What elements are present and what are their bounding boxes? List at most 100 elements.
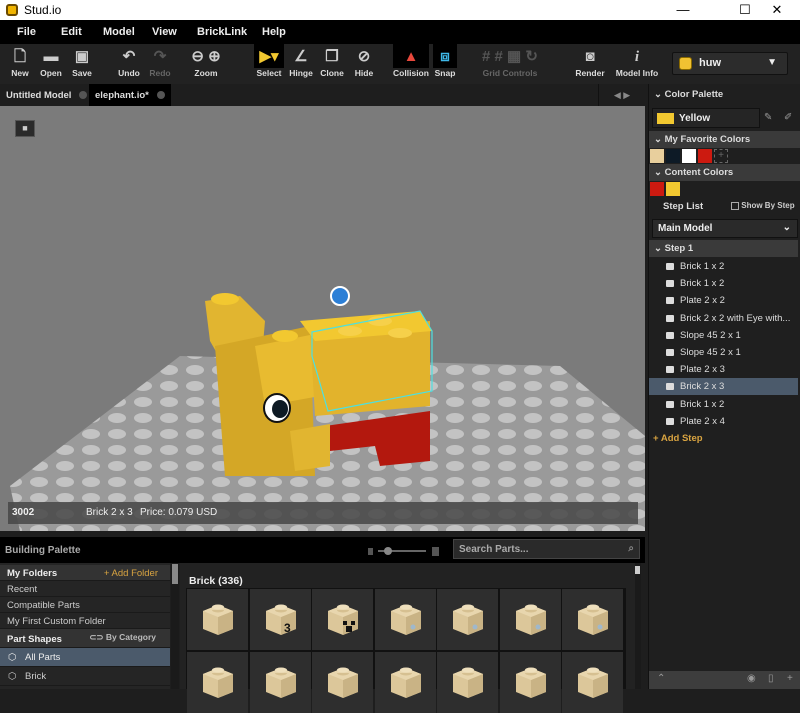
close-tab-icon[interactable] [156,91,165,100]
step-item-label: Slope 45 2 x 1 [680,347,741,358]
folder-compatible-parts[interactable]: Compatible Parts [0,597,170,613]
3d-viewport[interactable]: ■ 3002 Brick 2 x 3 Price: 0.079 USD [0,106,645,531]
trash-icon[interactable]: ▯ [768,673,774,684]
save-button[interactable]: ▣ Save [70,44,94,84]
add-folder-button[interactable]: + Add Folder [104,568,158,579]
model-select[interactable]: Main Model ⌄ [652,219,798,238]
step-item[interactable]: Plate 2 x 3 [649,361,798,378]
clone-icon: ❐ [325,48,339,65]
brick-1x1-thumbnail [203,667,233,698]
collapse-up-icon[interactable]: ⌃ [657,673,665,684]
menu-view[interactable]: View [152,26,177,38]
grid-controls[interactable]: # # ▦ ↻ Grid Controls [460,44,560,84]
step-item[interactable]: Slope 45 2 x 1 [649,344,798,361]
paint-brush-icon[interactable]: ✎ [764,112,772,123]
select-button[interactable]: ▶▾ Select [254,44,284,84]
eyedropper-icon[interactable]: ✐ [784,112,792,123]
folder-custom[interactable]: My First Custom Folder [0,613,170,629]
right-panel: ⌄ Color Palette Yellow ✎ ✐ ⌄ My Favorite… [648,84,800,689]
window-title: Stud.io [24,3,62,17]
eye-icon[interactable]: ◉ [747,673,756,684]
step-item[interactable]: Brick 1 x 2 [649,275,798,292]
part-tile[interactable] [437,589,498,650]
hinge-button[interactable]: ∠ Hinge [288,44,314,84]
step-item[interactable]: Plate 2 x 4 [649,413,798,430]
zoom-buttons[interactable]: ⊖ ⊕ Zoom [180,44,232,84]
folder-scrollbar[interactable] [171,563,179,689]
step-item[interactable]: Brick 1 x 2 [649,258,798,275]
tab-untitled-model[interactable]: Untitled Model [0,84,93,106]
add-step-button[interactable]: + Add Step [653,433,703,444]
favorite-color-swatch[interactable] [666,149,680,163]
menu-model[interactable]: Model [103,26,135,38]
selected-color[interactable]: Yellow [652,108,760,128]
checkbox-box[interactable] [731,201,739,210]
collision-button[interactable]: ▲ Collision [393,44,429,84]
step-item[interactable]: Brick 1 x 2 [649,396,798,413]
snap-button[interactable]: ⧈ Snap [433,44,457,84]
scroll-thumb[interactable] [172,564,178,584]
part-tile[interactable] [187,589,248,650]
part-tile[interactable] [562,652,623,713]
add-icon[interactable]: + [787,673,793,684]
part-tile[interactable] [562,589,623,650]
folder-recent[interactable]: Recent [0,581,170,597]
part-tile[interactable] [187,652,248,713]
undo-icon: ↶ [122,48,136,65]
model-info-button[interactable]: i Model Info [614,44,660,84]
part-tile[interactable] [374,589,436,650]
step-item[interactable]: Brick 2 x 2 with Eye with... [649,310,798,327]
add-favorite-color-button[interactable]: + [714,149,728,163]
cube-icon: ⬡ [8,652,17,663]
content-color-swatch[interactable] [666,182,680,196]
menu-help[interactable]: Help [262,26,286,38]
content-color-swatch[interactable] [650,182,664,196]
new-button[interactable]: 🗋 New [8,44,32,84]
my-folders-header: My Folders + Add Folder [0,565,170,581]
part-status-bar: 3002 Brick 2 x 3 Price: 0.079 USD [8,502,638,524]
menu-file[interactable]: File [17,26,36,38]
scroll-thumb[interactable] [635,566,640,574]
color-palette-header[interactable]: ⌄ Color Palette [649,86,800,103]
minimize-button[interactable]: — [660,0,706,20]
part-tile[interactable] [499,652,561,713]
step-item[interactable]: Plate 2 x 2 [649,292,798,309]
search-parts-input[interactable]: Search Parts... ⌕ [453,539,640,559]
favorite-color-swatch[interactable] [650,149,664,163]
step-1-header[interactable]: ⌄ Step 1 [649,240,798,257]
part-icon [666,280,674,288]
favorite-color-swatch[interactable] [682,149,696,163]
menu-bricklink[interactable]: BrickLink [197,26,247,38]
part-tile[interactable]: 3 [249,589,311,650]
part-tile[interactable] [499,589,561,650]
open-button[interactable]: ▬ Open [38,44,64,84]
by-category-toggle[interactable]: ⊂⊃ By Category [89,632,156,643]
part-tile[interactable] [437,652,498,713]
hide-button[interactable]: ⊘ Hide [352,44,376,84]
part-tile[interactable] [312,589,373,650]
favorite-colors-header[interactable]: ⌄ My Favorite Colors [649,131,800,148]
camera-toggle-button[interactable]: ■ [15,120,35,137]
part-tile[interactable] [312,652,373,713]
favorite-color-swatch[interactable] [698,149,712,163]
part-tile[interactable] [249,652,311,713]
part-tile[interactable] [374,652,436,713]
thumbnail-size-slider[interactable] [366,545,446,557]
content-colors-header[interactable]: ⌄ Content Colors [649,164,800,181]
clone-button[interactable]: ❐ Clone [319,44,345,84]
tab-elephant[interactable]: elephant.io* [89,84,171,106]
category-brick[interactable]: ⬡ Brick [0,667,170,686]
show-by-step-checkbox[interactable]: Show By Step [731,201,795,210]
tab-scroll-arrows[interactable]: ◀ ▶ [598,84,645,106]
undo-button[interactable]: ↶ Undo [117,44,141,84]
render-button[interactable]: ◙ Render [575,44,605,84]
step-item[interactable]: Brick 2 x 3 [649,378,798,396]
menu-edit[interactable]: Edit [61,26,82,38]
redo-button[interactable]: ↷ Redo [148,44,172,84]
user-dropdown[interactable]: huw ▼ [672,52,788,75]
close-tab-icon[interactable] [79,91,88,100]
category-all-parts[interactable]: ⬡ All Parts [0,648,170,667]
parts-scrollbar[interactable] [635,563,641,689]
close-button[interactable]: ✕ [754,0,800,20]
step-item[interactable]: Slope 45 2 x 1 [649,327,798,344]
